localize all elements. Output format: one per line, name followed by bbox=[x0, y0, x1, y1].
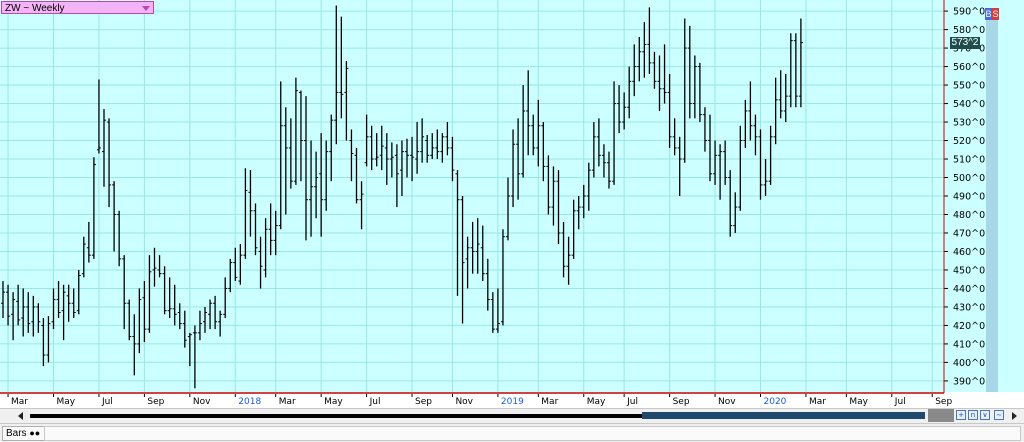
price-axis-strip bbox=[986, 20, 998, 392]
x-month-label: Jul bbox=[369, 397, 381, 407]
link-icon: ●● bbox=[29, 428, 41, 438]
scroll-spacer bbox=[928, 409, 954, 422]
y-tick-label: 410^0 bbox=[953, 339, 985, 350]
scroll-thumb[interactable] bbox=[642, 412, 925, 419]
status-bar: Bars ●● bbox=[0, 423, 1024, 442]
chart-area[interactable]: 390^0 400^0 410^0 420^0 430^0 440^0 450^0 460^0… bbox=[0, 0, 1024, 409]
reset-icon[interactable]: ∼ bbox=[994, 410, 1004, 420]
x-month-label: May bbox=[324, 397, 343, 407]
last-price-marker: 573^2 bbox=[950, 36, 980, 49]
x-month-label: Nov bbox=[193, 397, 211, 407]
x-year-label: 2020 bbox=[764, 397, 787, 407]
x-month-label: Jul bbox=[101, 397, 113, 407]
y-tick-label: 430^0 bbox=[953, 302, 985, 313]
bars-tab-label: Bars bbox=[6, 428, 27, 439]
x-month-label: May bbox=[849, 397, 868, 407]
status-field bbox=[44, 426, 1021, 441]
y-tick-label: 500^0 bbox=[953, 173, 985, 184]
x-month-label: Jul bbox=[626, 397, 638, 407]
y-tick-label: 590^0 bbox=[953, 7, 985, 18]
x-month-label: Sep bbox=[415, 397, 432, 407]
x-month-label: May bbox=[57, 397, 76, 407]
sell-button[interactable]: S bbox=[992, 8, 999, 20]
y-tick-label: 390^0 bbox=[953, 376, 985, 387]
compress-icon[interactable]: n bbox=[968, 410, 978, 420]
x-month-label: Mar bbox=[11, 397, 28, 407]
y-tick-label: 540^0 bbox=[953, 99, 985, 110]
dropdown-arrow-icon[interactable] bbox=[142, 6, 150, 11]
y-tick-label: 490^0 bbox=[953, 192, 985, 203]
expand-icon[interactable]: ∨ bbox=[980, 410, 990, 420]
y-tick-label: 450^0 bbox=[953, 265, 985, 276]
x-month-label: Sep bbox=[147, 397, 164, 407]
symbol-selector[interactable]: ZW ~ Weekly bbox=[1, 1, 154, 14]
y-tick-label: 530^0 bbox=[953, 118, 985, 129]
x-month-label: Mar bbox=[279, 397, 296, 407]
horizontal-scrollbar[interactable]: + n ∨ ∼ bbox=[0, 408, 1024, 423]
symbol-label: ZW ~ Weekly bbox=[5, 3, 65, 14]
x-year-label: 2019 bbox=[501, 397, 524, 407]
y-tick-label: 520^0 bbox=[953, 136, 985, 147]
y-tick-label: 580^0 bbox=[953, 25, 985, 36]
x-month-label: Sep bbox=[673, 397, 690, 407]
x-month-label: Mar bbox=[541, 397, 558, 407]
bars-tab[interactable]: Bars ●● bbox=[2, 426, 45, 441]
scroll-right-icon[interactable] bbox=[1012, 412, 1017, 420]
price-chart[interactable]: 390^0 400^0 410^0 420^0 430^0 440^0 450^0 460^0… bbox=[0, 0, 1024, 409]
x-year-label: 2018 bbox=[238, 397, 261, 407]
x-month-label: May bbox=[587, 397, 606, 407]
y-tick-label: 400^0 bbox=[953, 358, 985, 369]
y-tick-label: 550^0 bbox=[953, 81, 985, 92]
scroll-left-icon[interactable] bbox=[18, 412, 23, 420]
x-month-label: Sep bbox=[935, 397, 952, 407]
y-tick-label: 510^0 bbox=[953, 155, 985, 166]
x-month-label: Nov bbox=[455, 397, 473, 407]
x-month-label: Jul bbox=[894, 397, 906, 407]
zoom-in-icon[interactable]: + bbox=[956, 410, 966, 420]
y-tick-label: 560^0 bbox=[953, 62, 985, 73]
x-month-label: Mar bbox=[809, 397, 826, 407]
y-tick-label: 440^0 bbox=[953, 284, 985, 295]
y-tick-label: 460^0 bbox=[953, 247, 985, 258]
y-tick-label: 470^0 bbox=[953, 228, 985, 239]
y-tick-label: 420^0 bbox=[953, 321, 985, 332]
y-tick-label: 480^0 bbox=[953, 210, 985, 221]
x-month-label: Nov bbox=[718, 397, 736, 407]
buy-button[interactable]: B bbox=[985, 8, 992, 20]
